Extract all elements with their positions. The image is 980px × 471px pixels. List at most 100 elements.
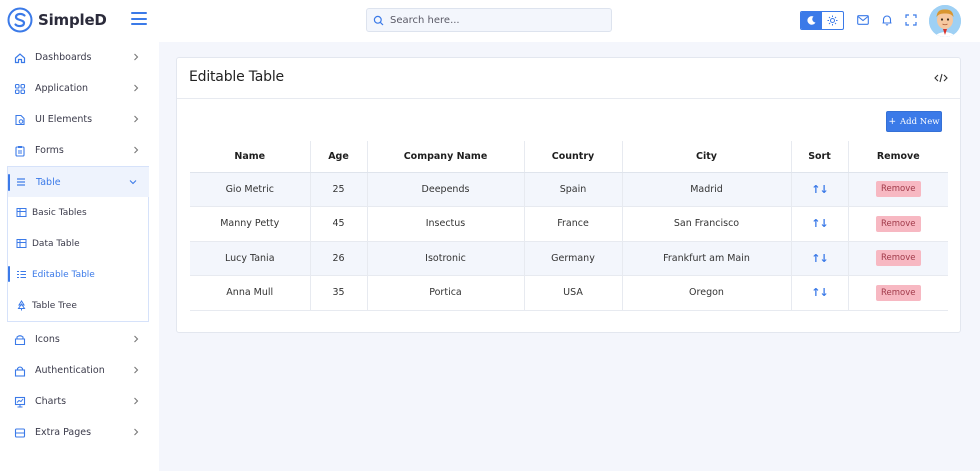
country-cell[interactable]: Germany: [524, 241, 623, 276]
submenu-item-editable-table[interactable]: Editable Table: [8, 259, 148, 290]
sidebar-item-table[interactable]: Table: [7, 166, 149, 197]
sort-arrows-icon[interactable]: ↑↓: [791, 172, 849, 207]
sort-arrows-icon[interactable]: ↑↓: [791, 275, 849, 311]
name-cell[interactable]: Anna Mull: [190, 275, 311, 311]
sort-arrows-icon[interactable]: ↑↓: [791, 241, 849, 276]
column-header[interactable]: City: [622, 141, 792, 173]
sidebar-item-label: Extra Pages: [35, 427, 92, 438]
remove-button[interactable]: Remove: [876, 215, 921, 232]
table-lines-icon: [15, 176, 27, 188]
country-cell[interactable]: France: [524, 206, 623, 242]
lock-icon: [14, 365, 26, 377]
sidebar-item-authentication[interactable]: Authentication: [0, 355, 159, 386]
user-avatar[interactable]: [929, 5, 961, 37]
card-header: Editable Table: [177, 58, 960, 99]
chevron-right-icon: [134, 53, 139, 61]
theme-toggle[interactable]: [800, 11, 844, 30]
name-cell[interactable]: Gio Metric: [190, 172, 311, 207]
submenu-item-label: Data Table: [32, 238, 80, 249]
column-header[interactable]: Country: [524, 141, 623, 173]
company-cell[interactable]: Portica: [367, 275, 525, 311]
chevron-right-icon: [134, 335, 139, 343]
brand[interactable]: SimpleD: [7, 6, 107, 34]
city-cell[interactable]: Madrid: [622, 172, 792, 207]
age-cell[interactable]: 35: [310, 275, 368, 311]
table-row: Lucy Tania 26 Isotronic Germany Frankfur…: [190, 241, 948, 276]
pages-icon: [14, 427, 26, 439]
sidebar-item-label: Icons: [35, 334, 60, 345]
document-icon: [14, 114, 26, 126]
sort-arrows-icon[interactable]: ↑↓: [791, 206, 849, 242]
box-icon: [14, 334, 26, 346]
column-header[interactable]: Name: [190, 141, 311, 173]
company-cell[interactable]: Insectus: [367, 206, 525, 242]
submenu-item-table-tree[interactable]: Table Tree: [8, 290, 148, 321]
bell-icon[interactable]: [880, 13, 894, 27]
submenu-item-basic-tables[interactable]: Basic Tables: [8, 197, 148, 228]
search-input[interactable]: [390, 14, 600, 26]
country-cell[interactable]: Spain: [524, 172, 623, 207]
sidebar-item-application[interactable]: Application: [0, 73, 159, 104]
column-header[interactable]: Sort: [791, 141, 849, 173]
sidebar-item-extra-pages[interactable]: Extra Pages: [0, 417, 159, 448]
chart-icon: [14, 396, 26, 408]
column-header[interactable]: Remove: [848, 141, 948, 173]
sidebar-item-label: Table: [36, 176, 61, 188]
sun-icon: [827, 15, 838, 26]
country-cell[interactable]: USA: [524, 275, 623, 311]
chevron-down-icon: [129, 180, 137, 185]
name-cell[interactable]: Manny Petty: [190, 206, 311, 242]
topbar: [159, 0, 980, 42]
light-mode-button[interactable]: [822, 12, 843, 29]
add-new-button[interactable]: + Add New: [886, 111, 942, 132]
remove-cell: Remove: [848, 275, 948, 311]
home-icon: [14, 52, 26, 64]
column-header[interactable]: Age: [310, 141, 368, 173]
sidebar-item-ui-elements[interactable]: UI Elements: [0, 104, 159, 135]
table-icon: [16, 207, 27, 218]
logo-icon: [7, 7, 33, 33]
code-icon[interactable]: [934, 72, 948, 84]
column-header[interactable]: Company Name: [367, 141, 525, 173]
remove-button[interactable]: Remove: [876, 181, 921, 198]
sidebar-item-charts[interactable]: Charts: [0, 386, 159, 417]
age-cell[interactable]: 25: [310, 172, 368, 207]
table-row: Anna Mull 35 Portica USA Oregon ↑↓ Remov…: [190, 275, 948, 311]
sidebar-item-forms[interactable]: Forms: [0, 135, 159, 166]
table-submenu: Basic Tables Data Table Editable Table T…: [7, 197, 149, 322]
remove-button[interactable]: Remove: [876, 284, 921, 301]
submenu-item-label: Editable Table: [32, 269, 95, 280]
remove-cell: Remove: [848, 241, 948, 276]
chevron-right-icon: [134, 397, 139, 405]
age-cell[interactable]: 45: [310, 206, 368, 242]
brand-name: SimpleD: [38, 11, 107, 29]
menu-toggle-icon[interactable]: [131, 12, 147, 25]
age-cell[interactable]: 26: [310, 241, 368, 276]
table-header-row: Name Age Company Name Country City Sort …: [190, 141, 948, 173]
dark-mode-button[interactable]: [801, 12, 822, 29]
city-cell[interactable]: San Francisco: [622, 206, 792, 242]
city-cell[interactable]: Oregon: [622, 275, 792, 311]
active-indicator: [8, 266, 10, 282]
mail-icon[interactable]: [856, 13, 870, 27]
search-box[interactable]: [366, 8, 612, 32]
remove-cell: Remove: [848, 206, 948, 242]
city-cell[interactable]: Frankfurt am Main: [622, 241, 792, 276]
sidebar-item-label: UI Elements: [35, 114, 93, 125]
sidebar-item-label: Forms: [35, 145, 64, 156]
sidebar-item-dashboards[interactable]: Dashboards: [0, 42, 159, 73]
chevron-right-icon: [134, 84, 139, 92]
fullscreen-icon[interactable]: [904, 13, 918, 27]
sidebar-item-label: Authentication: [35, 365, 105, 376]
card-title: Editable Table: [189, 69, 284, 85]
company-cell[interactable]: Deepends: [367, 172, 525, 207]
sidebar-item-icons[interactable]: Icons: [0, 324, 159, 355]
name-cell[interactable]: Lucy Tania: [190, 241, 311, 276]
submenu-item-data-table[interactable]: Data Table: [8, 228, 148, 259]
company-cell[interactable]: Isotronic: [367, 241, 525, 276]
moon-icon: [807, 16, 816, 25]
table-row: Gio Metric 25 Deepends Spain Madrid ↑↓ R…: [190, 172, 948, 207]
sidebar: SimpleD Dashboards Application UI Elemen…: [0, 0, 159, 471]
remove-button[interactable]: Remove: [876, 250, 921, 267]
list-icon: [16, 269, 27, 280]
